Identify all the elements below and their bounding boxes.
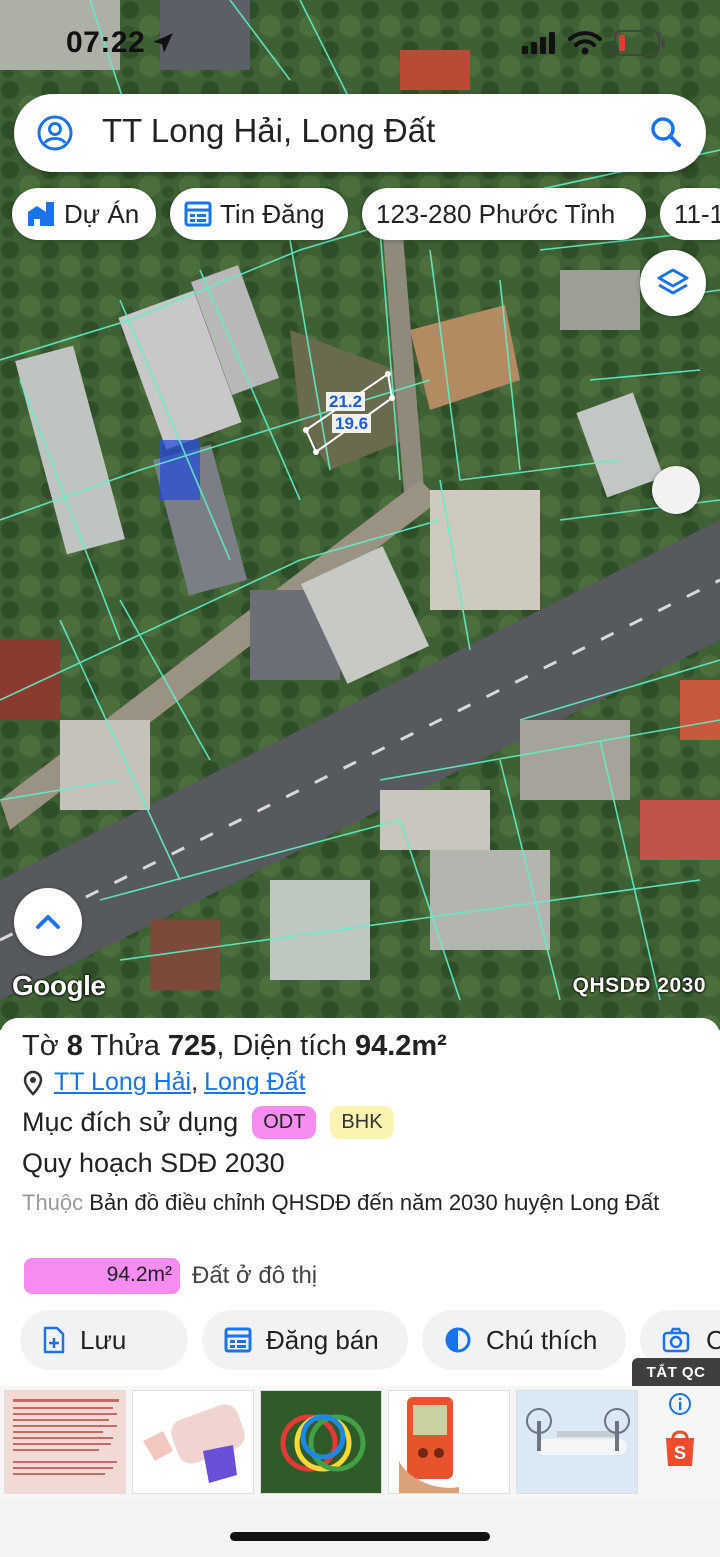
add-file-icon (43, 1326, 65, 1354)
chip-label: 123-280 Phước Tỉnh (376, 198, 616, 229)
parcel-location: TT Long Hải, Long Đất (22, 1068, 306, 1097)
ad-product-2[interactable] (132, 1390, 254, 1494)
post-sale-button[interactable]: Đăng bán (202, 1310, 408, 1370)
google-attribution: Google (12, 970, 106, 1001)
badge-bhk[interactable]: BHK (330, 1106, 394, 1139)
map-plan-label: QHSDĐ 2030 (572, 974, 706, 997)
parcel-dimension-bottom: 19.6 (332, 414, 372, 433)
post-sale-label: Đăng bán (266, 1324, 379, 1355)
camera-icon (662, 1327, 690, 1353)
listing-icon (224, 1327, 252, 1353)
listing-icon (184, 201, 212, 227)
chip-address[interactable]: 123-280 Phước Tỉnh (362, 188, 646, 240)
ad-product-3[interactable] (260, 1390, 382, 1494)
parcel-title: Tờ 8 Thửa 725, Diện tích 94.2m² (22, 1030, 447, 1063)
account-icon[interactable] (36, 114, 74, 152)
location-separator: , (191, 1068, 199, 1096)
save-label: Lưu (80, 1324, 127, 1355)
belongs-text: Bản đồ điều chỉnh QHSDĐ đến năm 2030 huy… (89, 1190, 660, 1215)
plan-heading: Quy hoạch SDĐ 2030 (22, 1148, 285, 1178)
opacity-slider-handle[interactable] (652, 466, 700, 514)
land-use-purpose: Mục đích sử dụng ODT BHK (22, 1106, 394, 1139)
legend-label: Chú thích (486, 1324, 598, 1355)
layers-button[interactable] (640, 250, 706, 316)
lot-number: 725 (167, 1030, 217, 1062)
contrast-icon (445, 1327, 471, 1353)
chip-tin-dang[interactable]: Tin Đăng (170, 188, 348, 240)
belongs-prefix: Thuộc (22, 1190, 84, 1215)
chip-label: Dự Án (64, 198, 140, 229)
chip-label: Tin Đăng (220, 198, 325, 229)
parcel-area: 94.2m² (354, 1030, 447, 1062)
ad-banner[interactable]: S (0, 1386, 720, 1498)
building-icon (28, 202, 54, 226)
location-pin-icon (23, 1070, 43, 1096)
title-mid: Thửa (82, 1030, 168, 1062)
plan-source: Thuộc Bản đồ điều chỉnh QHSDĐ đến năm 20… (22, 1186, 682, 1220)
expand-sheet-button[interactable] (14, 888, 82, 956)
purpose-label: Mục đích sử dụng (22, 1107, 239, 1137)
chip-du-an[interactable]: Dự Án (12, 188, 156, 240)
action-buttons: Lưu Đăng bán Chú thích C (20, 1310, 720, 1370)
ad-info-icon[interactable] (668, 1392, 692, 1416)
district-link[interactable]: Long Đất (204, 1068, 305, 1097)
chip-label: 11-1 (674, 198, 720, 229)
chip-address-2[interactable]: 11-1 (660, 188, 720, 240)
ad-image (399, 1397, 459, 1493)
close-ad-button[interactable]: TẮT QC (632, 1358, 720, 1386)
ad-image (526, 1408, 630, 1455)
title-prefix: Tờ (22, 1030, 67, 1062)
shopee-logo-icon: S (666, 1430, 694, 1466)
satellite-map[interactable]: 21.2 19.6 07:22 TT Long Hải, Long Đất Dự… (0, 0, 720, 1030)
home-indicator-area (0, 1498, 720, 1557)
battery-icon (614, 30, 665, 56)
search-query[interactable]: TT Long Hải, Long Đất (102, 112, 435, 150)
search-icon[interactable] (648, 114, 684, 150)
save-button[interactable]: Lưu (20, 1310, 188, 1370)
ad-image (280, 1414, 366, 1472)
ad-image (13, 1399, 119, 1475)
badge-odt[interactable]: ODT (252, 1106, 317, 1139)
status-time: 07:22 (66, 26, 146, 59)
sheet-number: 8 (66, 1030, 83, 1062)
layers-icon (657, 268, 689, 295)
capture-label: C (706, 1324, 720, 1355)
status-bar: 07:22 (0, 22, 720, 62)
parcel-dimension-top: 21.2 (326, 392, 366, 411)
legend-button[interactable]: Chú thích (422, 1310, 626, 1370)
ad-product-1[interactable] (4, 1390, 126, 1494)
area-bar: 94.2m² (24, 1258, 180, 1294)
ward-link[interactable]: TT Long Hải (54, 1068, 191, 1097)
area-description: Đất ở đô thị (192, 1262, 318, 1289)
location-arrow-icon (153, 33, 173, 53)
ad-image (143, 1404, 245, 1483)
parcel-info-sheet: Tờ 8 Thửa 725, Diện tích 94.2m² TT Long … (0, 1018, 720, 1382)
chevron-up-icon (36, 915, 60, 929)
wifi-icon (568, 31, 602, 55)
filter-chips: Dự Án Tin Đăng 123-280 Phước Tỉnh 11-1 (12, 188, 720, 242)
title-sep: , Diện tích (216, 1030, 355, 1062)
home-indicator[interactable] (230, 1532, 490, 1541)
area-breakdown: 94.2m² Đất ở đô thị (24, 1258, 317, 1294)
ad-product-4[interactable] (388, 1390, 510, 1494)
ad-product-5[interactable] (516, 1390, 638, 1494)
cellular-signal-icon (522, 32, 555, 54)
svg-text:S: S (674, 1443, 686, 1463)
search-bar[interactable]: TT Long Hải, Long Đất (14, 94, 706, 172)
